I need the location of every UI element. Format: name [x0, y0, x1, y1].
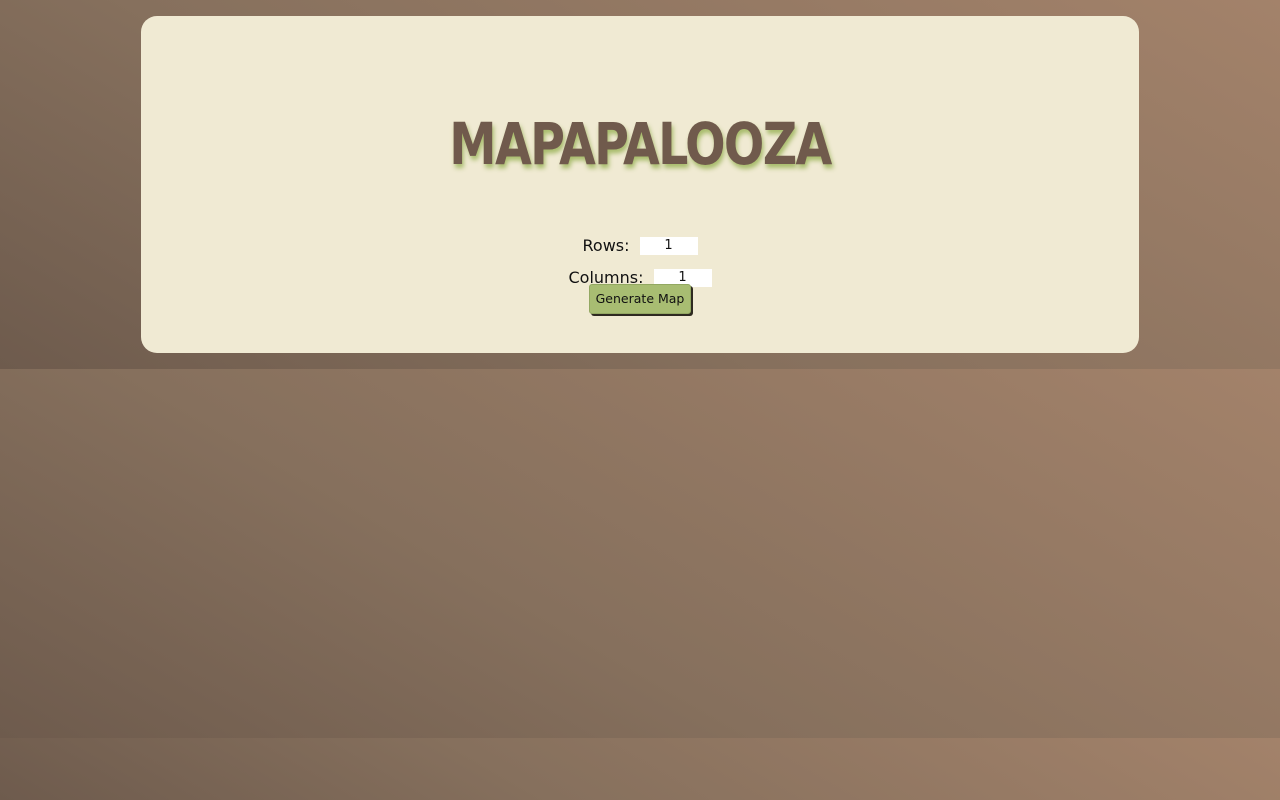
rows-field-row: Rows: [141, 235, 1139, 255]
map-area [0, 369, 1280, 738]
footer-background [0, 738, 1280, 800]
generate-map-button[interactable]: Generate Map [589, 284, 691, 314]
rows-input[interactable] [639, 236, 698, 255]
rows-label: Rows: [582, 236, 630, 255]
page-title: MAPAPALOOZA [449, 110, 832, 178]
control-panel: MAPAPALOOZA Rows: Columns: Generate Map [141, 16, 1139, 353]
